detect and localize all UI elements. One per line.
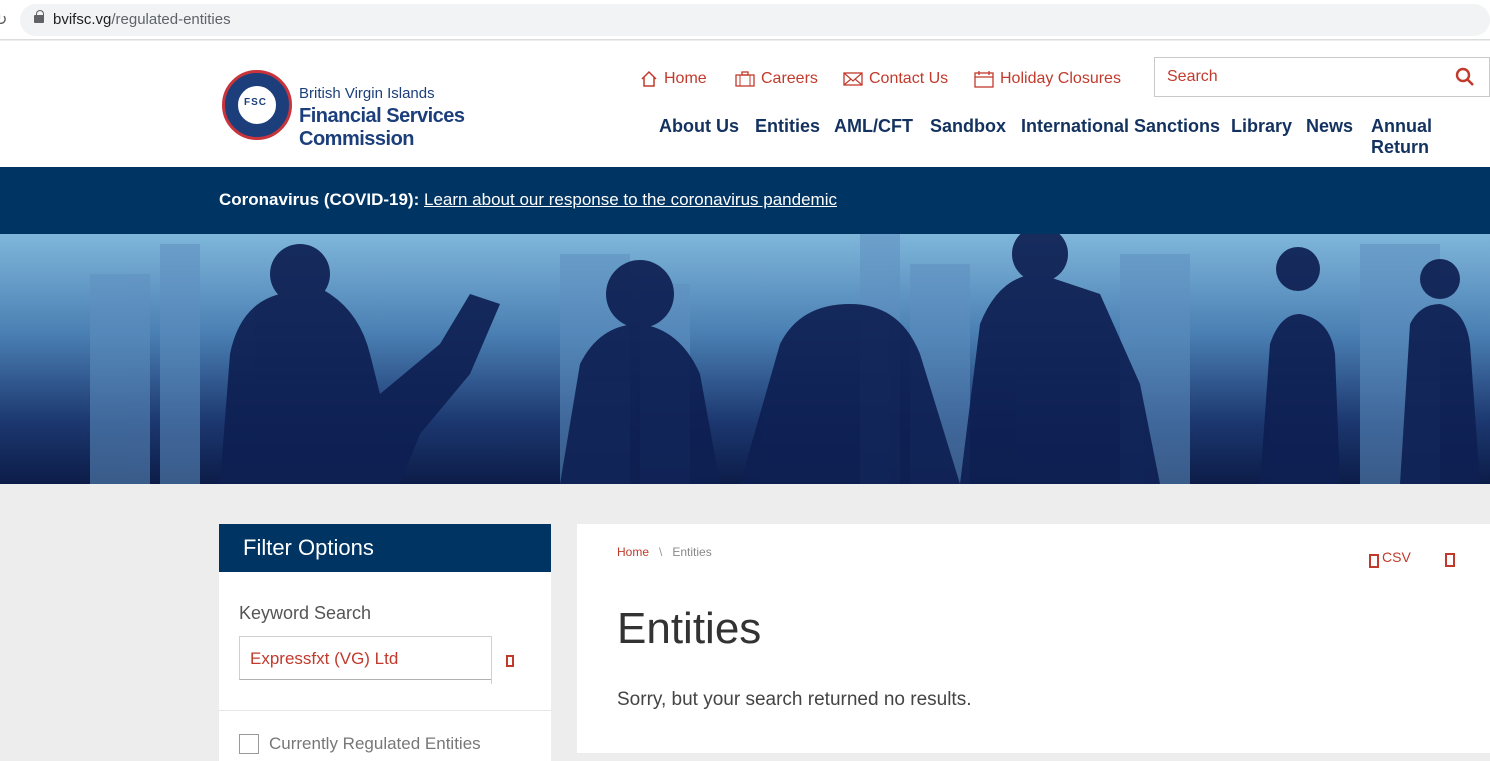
briefcase-icon — [735, 71, 755, 87]
filter-divider — [219, 710, 551, 711]
nav-library[interactable]: Library — [1231, 116, 1292, 140]
breadcrumb: Home \ Entities — [617, 545, 712, 559]
utility-link-label: Holiday Closures — [1000, 70, 1121, 87]
filter-title: Filter Options — [219, 524, 551, 572]
url-path: /regulated-entities — [111, 11, 231, 28]
utility-link-home[interactable]: Home — [640, 68, 707, 90]
nav-about-us[interactable]: About Us — [659, 116, 739, 140]
calendar-icon — [974, 71, 994, 88]
home-icon — [641, 70, 657, 87]
keyword-search-input[interactable]: Expressfxt (VG) Ltd — [239, 636, 531, 680]
browser-url-bar: ↻ bvifsc.vg/regulated-entities — [0, 0, 1490, 40]
nav-entities[interactable]: Entities — [755, 116, 820, 140]
nav-annual-return[interactable]: Annual Return — [1371, 116, 1490, 157]
print-icon[interactable] — [1445, 553, 1455, 567]
entities-content-panel: Home \ Entities CSV Entities Sorry, but yo… — [577, 524, 1490, 753]
no-results-message: Sorry, but your search returned no resul… — [617, 689, 972, 710]
currently-regulated-checkbox[interactable] — [239, 734, 259, 754]
csv-export-button[interactable]: CSV — [1369, 549, 1411, 568]
currently-regulated-label[interactable]: Currently Regulated Entities — [269, 734, 481, 754]
hero-banner-image — [0, 234, 1490, 484]
utility-link-label: Contact Us — [869, 70, 949, 87]
filter-options-panel: Filter Options Keyword Search Expressfxt… — [219, 524, 551, 761]
nav-news[interactable]: News — [1306, 116, 1353, 140]
keyword-search-label: Keyword Search — [239, 603, 372, 623]
nav-international-sanctions[interactable]: International Sanctions — [1021, 116, 1220, 140]
utility-link-label: Careers — [761, 70, 818, 87]
site-search — [1154, 57, 1490, 97]
csv-label: CSV — [1382, 549, 1411, 565]
nav-sandbox[interactable]: Sandbox — [930, 116, 1006, 140]
utility-link-contact[interactable]: Contact Us — [843, 68, 948, 90]
alert-link[interactable]: Learn about our response to the coronavi… — [424, 190, 837, 209]
logo-line-1: British Virgin Islands — [299, 85, 435, 102]
url-domain: bvifsc.vg — [53, 11, 112, 28]
page-title: Entities — [617, 604, 762, 653]
envelope-icon — [843, 72, 863, 86]
reload-icon[interactable]: ↻ — [0, 10, 7, 30]
site-logo[interactable]: FSC British Virgin Islands Financial Ser… — [222, 70, 522, 150]
url-text[interactable]: bvifsc.vg/regulated-entities — [53, 11, 231, 28]
breadcrumb-current: Entities — [672, 545, 712, 559]
breadcrumb-separator: \ — [659, 545, 663, 559]
nav-aml-cft[interactable]: AML/CFT — [834, 116, 913, 140]
keyword-search-button[interactable] — [491, 636, 531, 684]
logo-line-2: Financial Services Commission — [299, 105, 465, 150]
alert-label: Coronavirus (COVID-19): — [219, 190, 420, 209]
covid-alert-banner: Coronavirus (COVID-19): Learn about our … — [0, 167, 1490, 234]
csv-file-icon — [1369, 554, 1379, 568]
search-submit-icon — [506, 655, 514, 667]
address-field[interactable]: bvifsc.vg/regulated-entities — [20, 4, 1490, 36]
utility-link-holiday[interactable]: Holiday Closures — [974, 68, 1121, 90]
business-silhouettes-image — [90, 234, 1480, 484]
utility-link-careers[interactable]: Careers — [735, 68, 818, 90]
search-input[interactable] — [1155, 58, 1445, 96]
keyword-search-value: Expressfxt (VG) Ltd — [250, 649, 399, 668]
lock-icon — [34, 10, 44, 23]
search-icon[interactable] — [1455, 67, 1475, 87]
fsc-seal-icon: FSC — [222, 70, 292, 140]
breadcrumb-home[interactable]: Home — [617, 545, 649, 559]
site-header: FSC British Virgin Islands Financial Ser… — [0, 41, 1490, 167]
utility-link-label: Home — [664, 70, 707, 87]
